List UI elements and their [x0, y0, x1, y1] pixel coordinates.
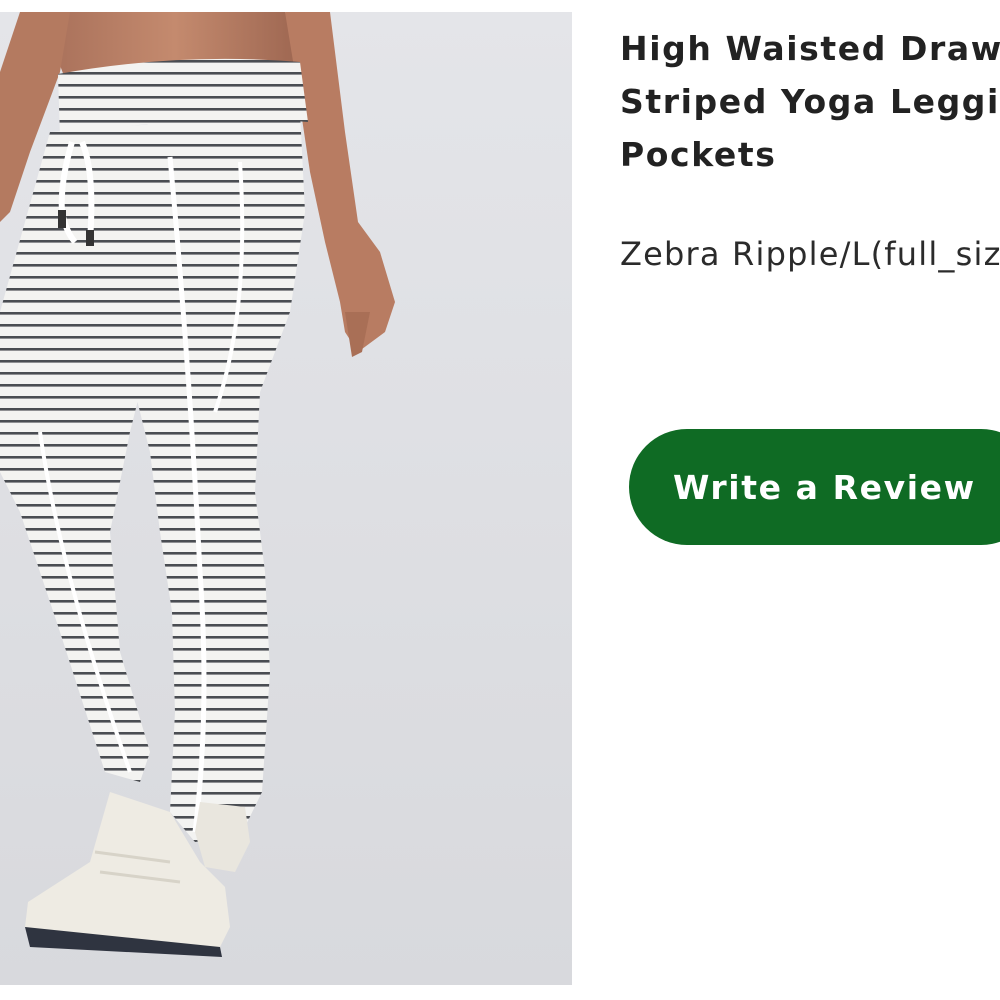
leggings-illustration	[0, 12, 572, 985]
product-review-page: High Waisted Drawstring Striped Yoga Leg…	[0, 0, 1000, 1000]
product-title: High Waisted Drawstring Striped Yoga Leg…	[620, 29, 1000, 174]
product-info-panel: High Waisted Drawstring Striped Yoga Leg…	[620, 0, 1000, 1000]
product-variant: Zebra Ripple/L(full_size)	[620, 235, 1000, 273]
write-review-button[interactable]: Write a Review	[629, 429, 1000, 545]
product-photo	[0, 12, 572, 985]
